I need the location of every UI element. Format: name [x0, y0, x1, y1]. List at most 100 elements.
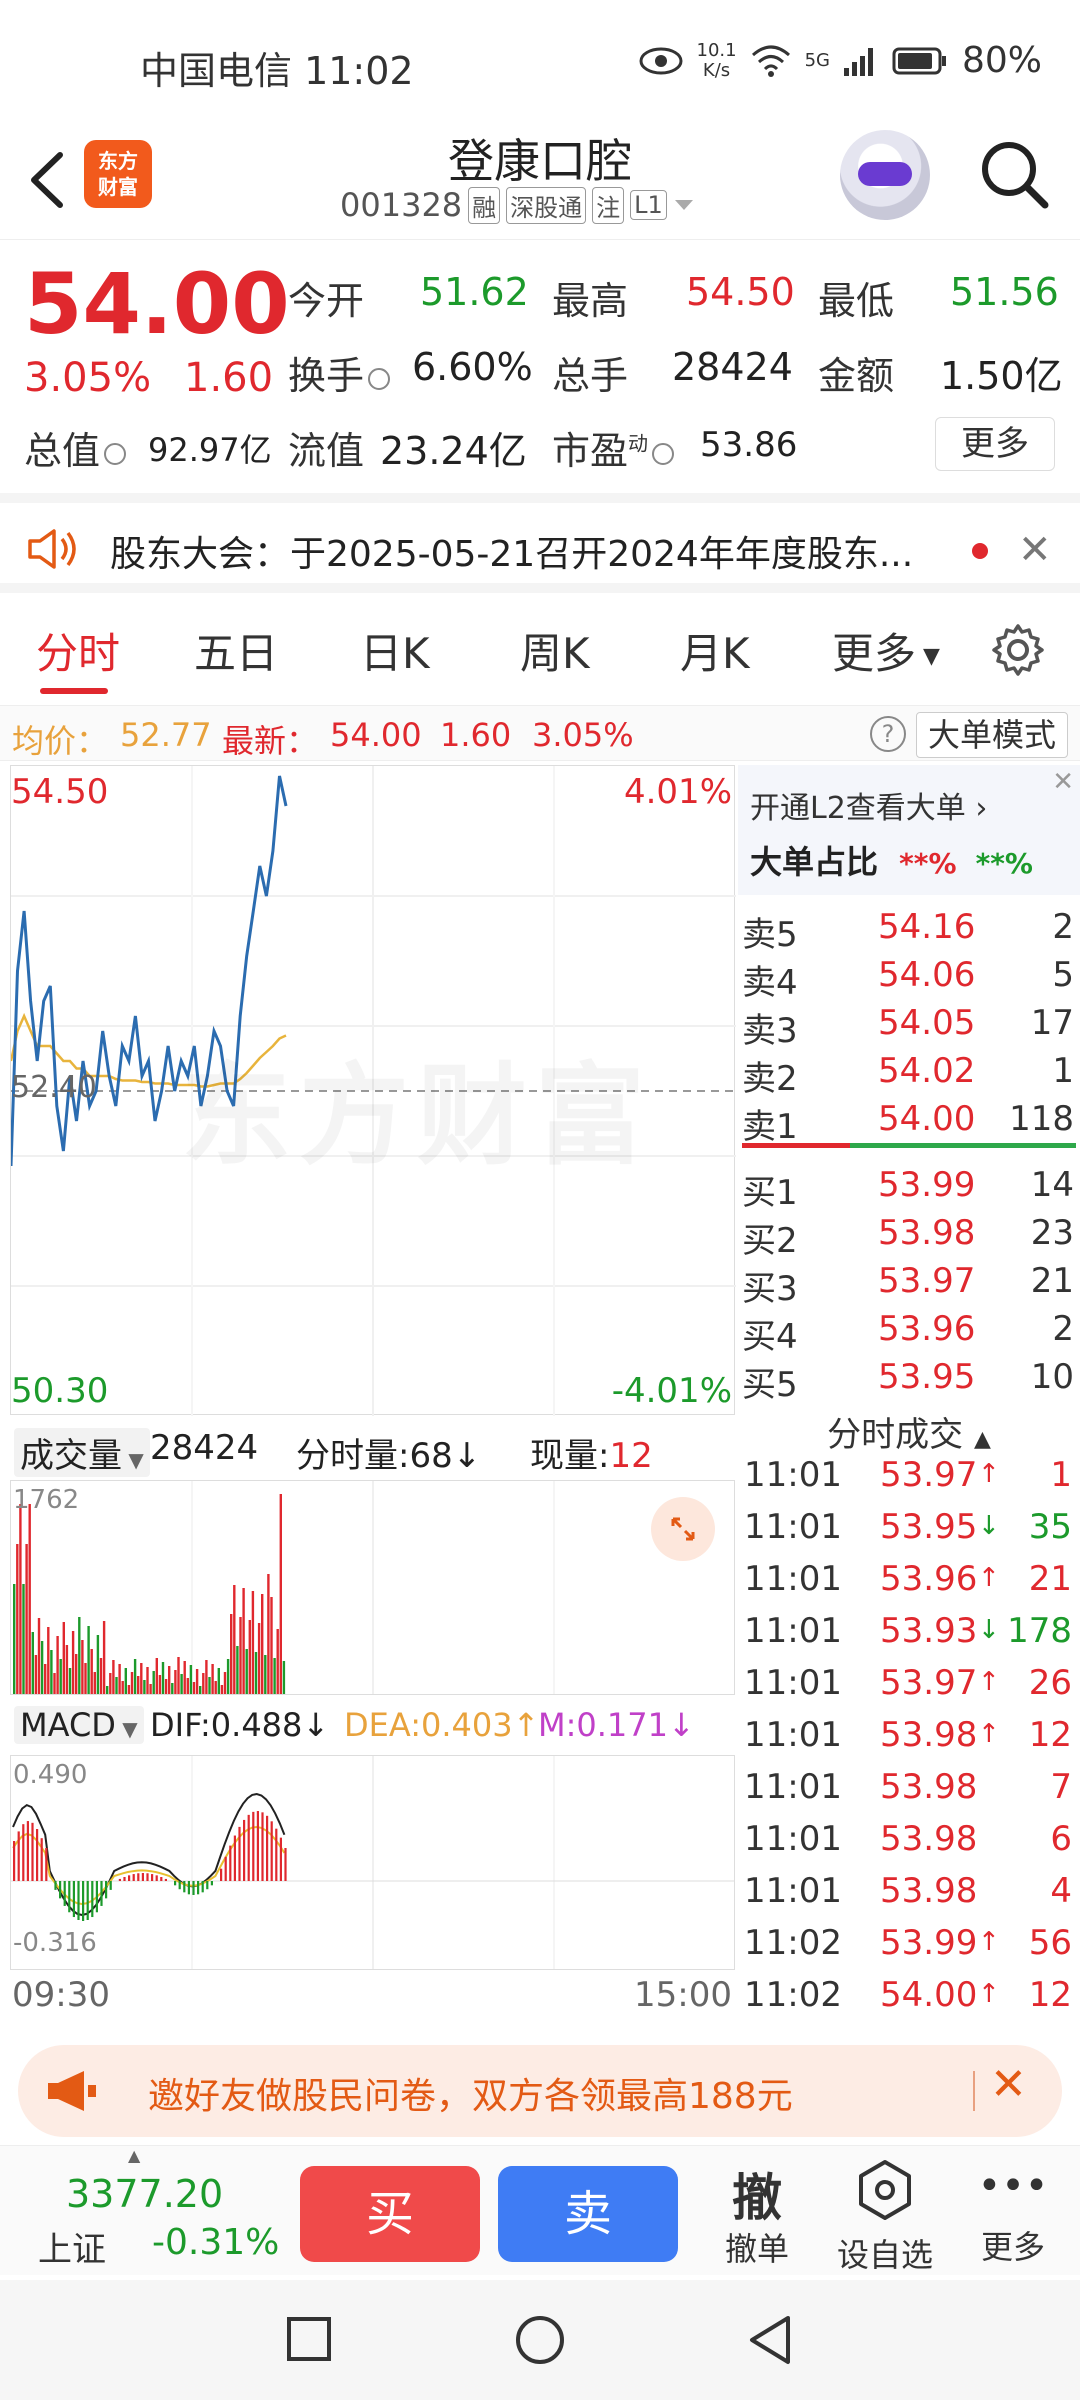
- bid-row[interactable]: 买2 53.98 23: [738, 1213, 1078, 1261]
- volume-selector[interactable]: 成交量 ▼: [14, 1428, 150, 1477]
- trade-price: 53.96: [880, 1559, 978, 1599]
- search-icon[interactable]: [975, 135, 1055, 215]
- arrow-down-icon: ↓: [978, 1511, 1000, 1541]
- ask-bid-divider-green: [850, 1143, 1076, 1148]
- l2-link[interactable]: 开通L2查看大单 ›: [750, 783, 987, 827]
- macd-bar: [201, 1881, 204, 1893]
- volume-bar: [133, 1659, 137, 1694]
- more-actions-button[interactable]: ••• 更多: [958, 2158, 1068, 2268]
- trade-time: 11:01: [744, 1871, 842, 1911]
- close-icon[interactable]: ✕: [990, 2059, 1027, 2110]
- chevron-up-icon[interactable]: ▲: [128, 2146, 140, 2165]
- ask-row[interactable]: 卖3 54.05 17: [738, 1003, 1078, 1051]
- help-icon[interactable]: ?: [870, 716, 906, 752]
- macd-chart[interactable]: 0.490 -0.316: [10, 1755, 735, 1970]
- latest-change: 1.60: [440, 716, 512, 754]
- bid-row[interactable]: 买1 53.99 14: [738, 1165, 1078, 1213]
- signal-icon: [843, 47, 873, 76]
- high-value: 54.50: [686, 270, 795, 314]
- tab-monthly-k[interactable]: 月K: [680, 620, 750, 681]
- macd-bar: [275, 1828, 278, 1881]
- index-value[interactable]: 3377.20: [66, 2172, 223, 2216]
- expand-icon[interactable]: [651, 1497, 715, 1561]
- volume-bar: [124, 1668, 127, 1694]
- cancel-order-button[interactable]: 撤 撤单: [702, 2158, 812, 2270]
- bid-row[interactable]: 买3 53.97 21: [738, 1261, 1078, 1309]
- trade-volume: 6: [1050, 1819, 1072, 1859]
- trade-ticks[interactable]: 分时成交 ▲ 11:01 53.97 ↑ 1 11:01 53.95 ↓ 35 11:01 53.…: [738, 1395, 1080, 2015]
- volume-chart[interactable]: 1762: [10, 1480, 735, 1695]
- high-label: 最高: [552, 279, 629, 323]
- low-label: 最低: [818, 279, 895, 323]
- macd-bar: [247, 1814, 250, 1881]
- promo-banner[interactable]: 邀好友做股民问卷，双方各领最高188元 ✕: [18, 2045, 1062, 2137]
- ask-row[interactable]: 卖4 54.06 5: [738, 955, 1078, 1003]
- volume-max-label: 1762: [13, 1485, 80, 1515]
- turnover-value: 6.60%: [412, 345, 533, 389]
- tab-five-day[interactable]: 五日: [194, 620, 278, 681]
- volume-bar: [121, 1681, 124, 1694]
- buy-button[interactable]: 买: [300, 2166, 480, 2262]
- avg-value: 52.77: [120, 716, 212, 754]
- ask-row[interactable]: 卖1 54.00 118: [738, 1099, 1078, 1147]
- macd-bar: [72, 1881, 75, 1918]
- volume-bar: [248, 1620, 251, 1694]
- intraday-chart[interactable]: 东方财富 54.50 4.01% 52.40 50.30 -4.01%: [10, 765, 736, 1416]
- volume-bar: [257, 1623, 261, 1694]
- volume-bar: [236, 1646, 239, 1694]
- macd-bar: [54, 1881, 57, 1890]
- avg-price-bar: 均价： 52.77 最新： 54.00 1.60 3.05% ? 大单模式: [0, 705, 1080, 761]
- info-icon[interactable]: [368, 367, 391, 390]
- more-quote-button[interactable]: 更多: [935, 417, 1055, 471]
- dropdown-icon[interactable]: [673, 197, 695, 213]
- volume-bar: [152, 1671, 155, 1694]
- info-icon[interactable]: [104, 442, 127, 465]
- stock-header: 东方 财富 登康口腔 001328 融 深股通 注 L1: [0, 120, 1080, 240]
- volume-bar: [13, 1584, 16, 1694]
- close-icon[interactable]: ✕: [1052, 767, 1074, 797]
- arrow-up-icon: ↑: [978, 1719, 1000, 1749]
- volume-bar: [28, 1504, 31, 1694]
- recents-icon[interactable]: [286, 2316, 332, 2362]
- ask-row[interactable]: 卖5 54.16 2: [738, 907, 1078, 955]
- sell-button[interactable]: 卖: [498, 2166, 678, 2262]
- volume-bar: [161, 1662, 165, 1694]
- trade-volume: 12: [1028, 1715, 1072, 1755]
- assistant-robot-icon[interactable]: [840, 130, 930, 220]
- notice-banner[interactable]: 股东大会：于2025-05-21召开2024年年度股东... ✕: [0, 493, 1080, 593]
- index-name[interactable]: 上证: [38, 2222, 106, 2271]
- add-watchlist-button[interactable]: 设自选: [830, 2158, 940, 2276]
- volume-bar: [93, 1672, 96, 1694]
- volume-bar: [242, 1588, 245, 1694]
- trade-row: 11:02 54.00 ↑ 12: [738, 1975, 1078, 2027]
- order-book: 开通L2查看大单 › ✕ 大单占比 **% **% 卖5 54.16 2 卖4 54.…: [738, 765, 1080, 1405]
- change-percent: 3.05%: [24, 355, 152, 401]
- big-order-mode-button[interactable]: 大单模式: [916, 712, 1068, 758]
- macd-bar: [118, 1878, 121, 1881]
- turnover-label: 换手: [288, 345, 394, 400]
- close-icon[interactable]: ✕: [1018, 527, 1052, 573]
- tab-weekly-k[interactable]: 周K: [520, 620, 590, 681]
- volume-bar: [81, 1640, 84, 1694]
- volume-label: 总手: [552, 354, 629, 398]
- ask-row[interactable]: 卖2 54.02 1: [738, 1051, 1078, 1099]
- tab-intraday[interactable]: 分时: [36, 620, 120, 681]
- trade-time: 11:01: [744, 1663, 842, 1703]
- home-icon[interactable]: [514, 2314, 566, 2366]
- volume-bar: [130, 1672, 134, 1694]
- bid-row[interactable]: 买4 53.96 2: [738, 1309, 1078, 1357]
- l2-banner[interactable]: 开通L2查看大单 › ✕ 大单占比 **% **%: [738, 765, 1080, 895]
- tab-daily-k[interactable]: 日K: [360, 620, 430, 681]
- macd-selector[interactable]: MACD ▼: [14, 1706, 144, 1744]
- tab-more[interactable]: 更多 ▼: [832, 620, 940, 681]
- info-icon[interactable]: [652, 442, 675, 465]
- index-percent[interactable]: -0.31%: [152, 2222, 279, 2263]
- trades-title[interactable]: 分时成交 ▲: [738, 1407, 1080, 1456]
- nav-back-icon[interactable]: [746, 2314, 794, 2366]
- macd-bar: [243, 1819, 246, 1881]
- system-nav-bar: [0, 2280, 1080, 2400]
- volume-bar: [264, 1655, 267, 1694]
- gear-icon[interactable]: [990, 622, 1046, 678]
- volume-bar: [53, 1673, 56, 1694]
- quote-panel: 54.00 3.05% 1.60 今开 51.62 最高 54.50 最低 51…: [0, 245, 1080, 490]
